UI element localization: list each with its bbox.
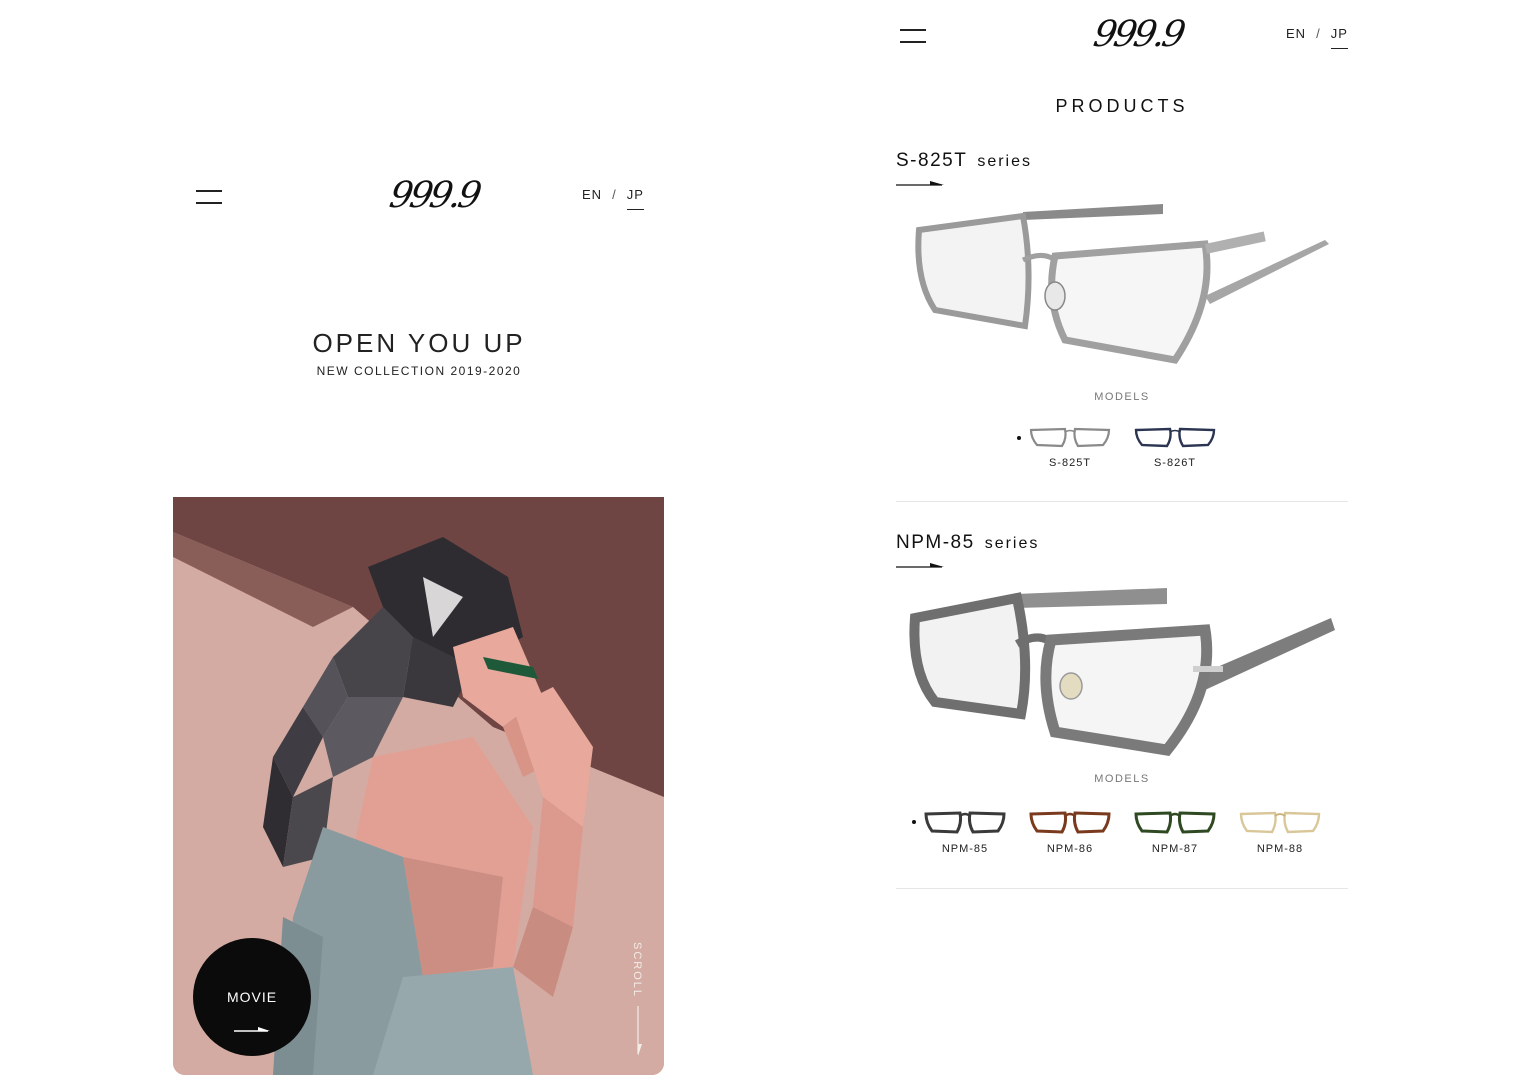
brand-logo[interactable]: 999.9 [1090,14,1185,55]
model-code: NPM-85 [941,843,989,855]
model-thumb[interactable]: NPM-88 [1235,808,1325,855]
selected-dot [1017,436,1021,440]
arrow-right-icon[interactable] [896,563,944,569]
hero-subtitle: NEW COLLECTION 2019-2020 [316,364,522,378]
glasses-thumbnail-icon [1134,811,1216,834]
lang-jp-link[interactable]: JP [627,187,644,202]
series-title[interactable]: S-825T series [896,150,1032,172]
divider [896,888,1348,889]
arrow-down-icon [637,1006,642,1056]
model-code: NPM-86 [1046,843,1094,855]
model-thumb[interactable]: NPM-85 [912,808,1010,855]
models-label: MODELS [1094,773,1150,785]
brand-logo[interactable]: 999.9 [386,175,481,216]
model-thumb[interactable]: S-826T [1130,424,1220,469]
series-name: NPM-85 [896,532,975,553]
menu-icon[interactable] [900,29,926,43]
scroll-label: SCROLL [631,942,643,999]
series-suffix: series [984,535,1040,552]
product-image-s825t[interactable] [905,200,1335,370]
glasses-thumbnail-icon [924,811,1006,834]
products-heading: PRODUCTS [1055,96,1189,116]
lang-en-link[interactable]: EN [582,187,602,202]
model-thumb[interactable]: NPM-86 [1025,808,1115,855]
lang-separator: / [1316,26,1321,41]
glasses-thumbnail-icon [1134,427,1216,448]
movie-button-label: MOVIE [226,989,278,1005]
series-title[interactable]: NPM-85 series [896,532,1039,554]
lang-jp-link[interactable]: JP [1331,26,1348,41]
language-switcher: EN / JP [582,187,644,202]
lang-en-link[interactable]: EN [1286,26,1306,41]
glasses-thumbnail-icon [1029,427,1111,448]
series-suffix: series [977,153,1032,170]
model-code: NPM-87 [1151,843,1199,855]
hero-title: OPEN YOU UP [312,328,526,358]
model-thumb[interactable]: S-825T [1017,424,1115,469]
glasses-thumbnail-icon [1029,811,1111,834]
model-code: S-825T [1048,457,1092,469]
selected-dot [912,820,916,824]
product-image-npm85[interactable] [905,582,1337,762]
scroll-indicator[interactable]: SCROLL [626,940,650,1060]
arrow-right-icon [234,1027,270,1032]
glasses-thumbnail-icon [1239,811,1321,834]
menu-icon[interactable] [196,190,222,204]
divider [896,501,1348,502]
movie-button[interactable]: MOVIE [193,938,311,1056]
arrow-right-icon[interactable] [896,181,944,187]
model-code: S-826T [1153,457,1197,469]
series-name: S-825T [896,150,968,171]
model-thumb[interactable]: NPM-87 [1130,808,1220,855]
lang-separator: / [612,187,617,202]
language-switcher: EN / JP [1286,26,1348,41]
model-code: NPM-88 [1256,843,1304,855]
models-label: MODELS [1094,391,1150,403]
